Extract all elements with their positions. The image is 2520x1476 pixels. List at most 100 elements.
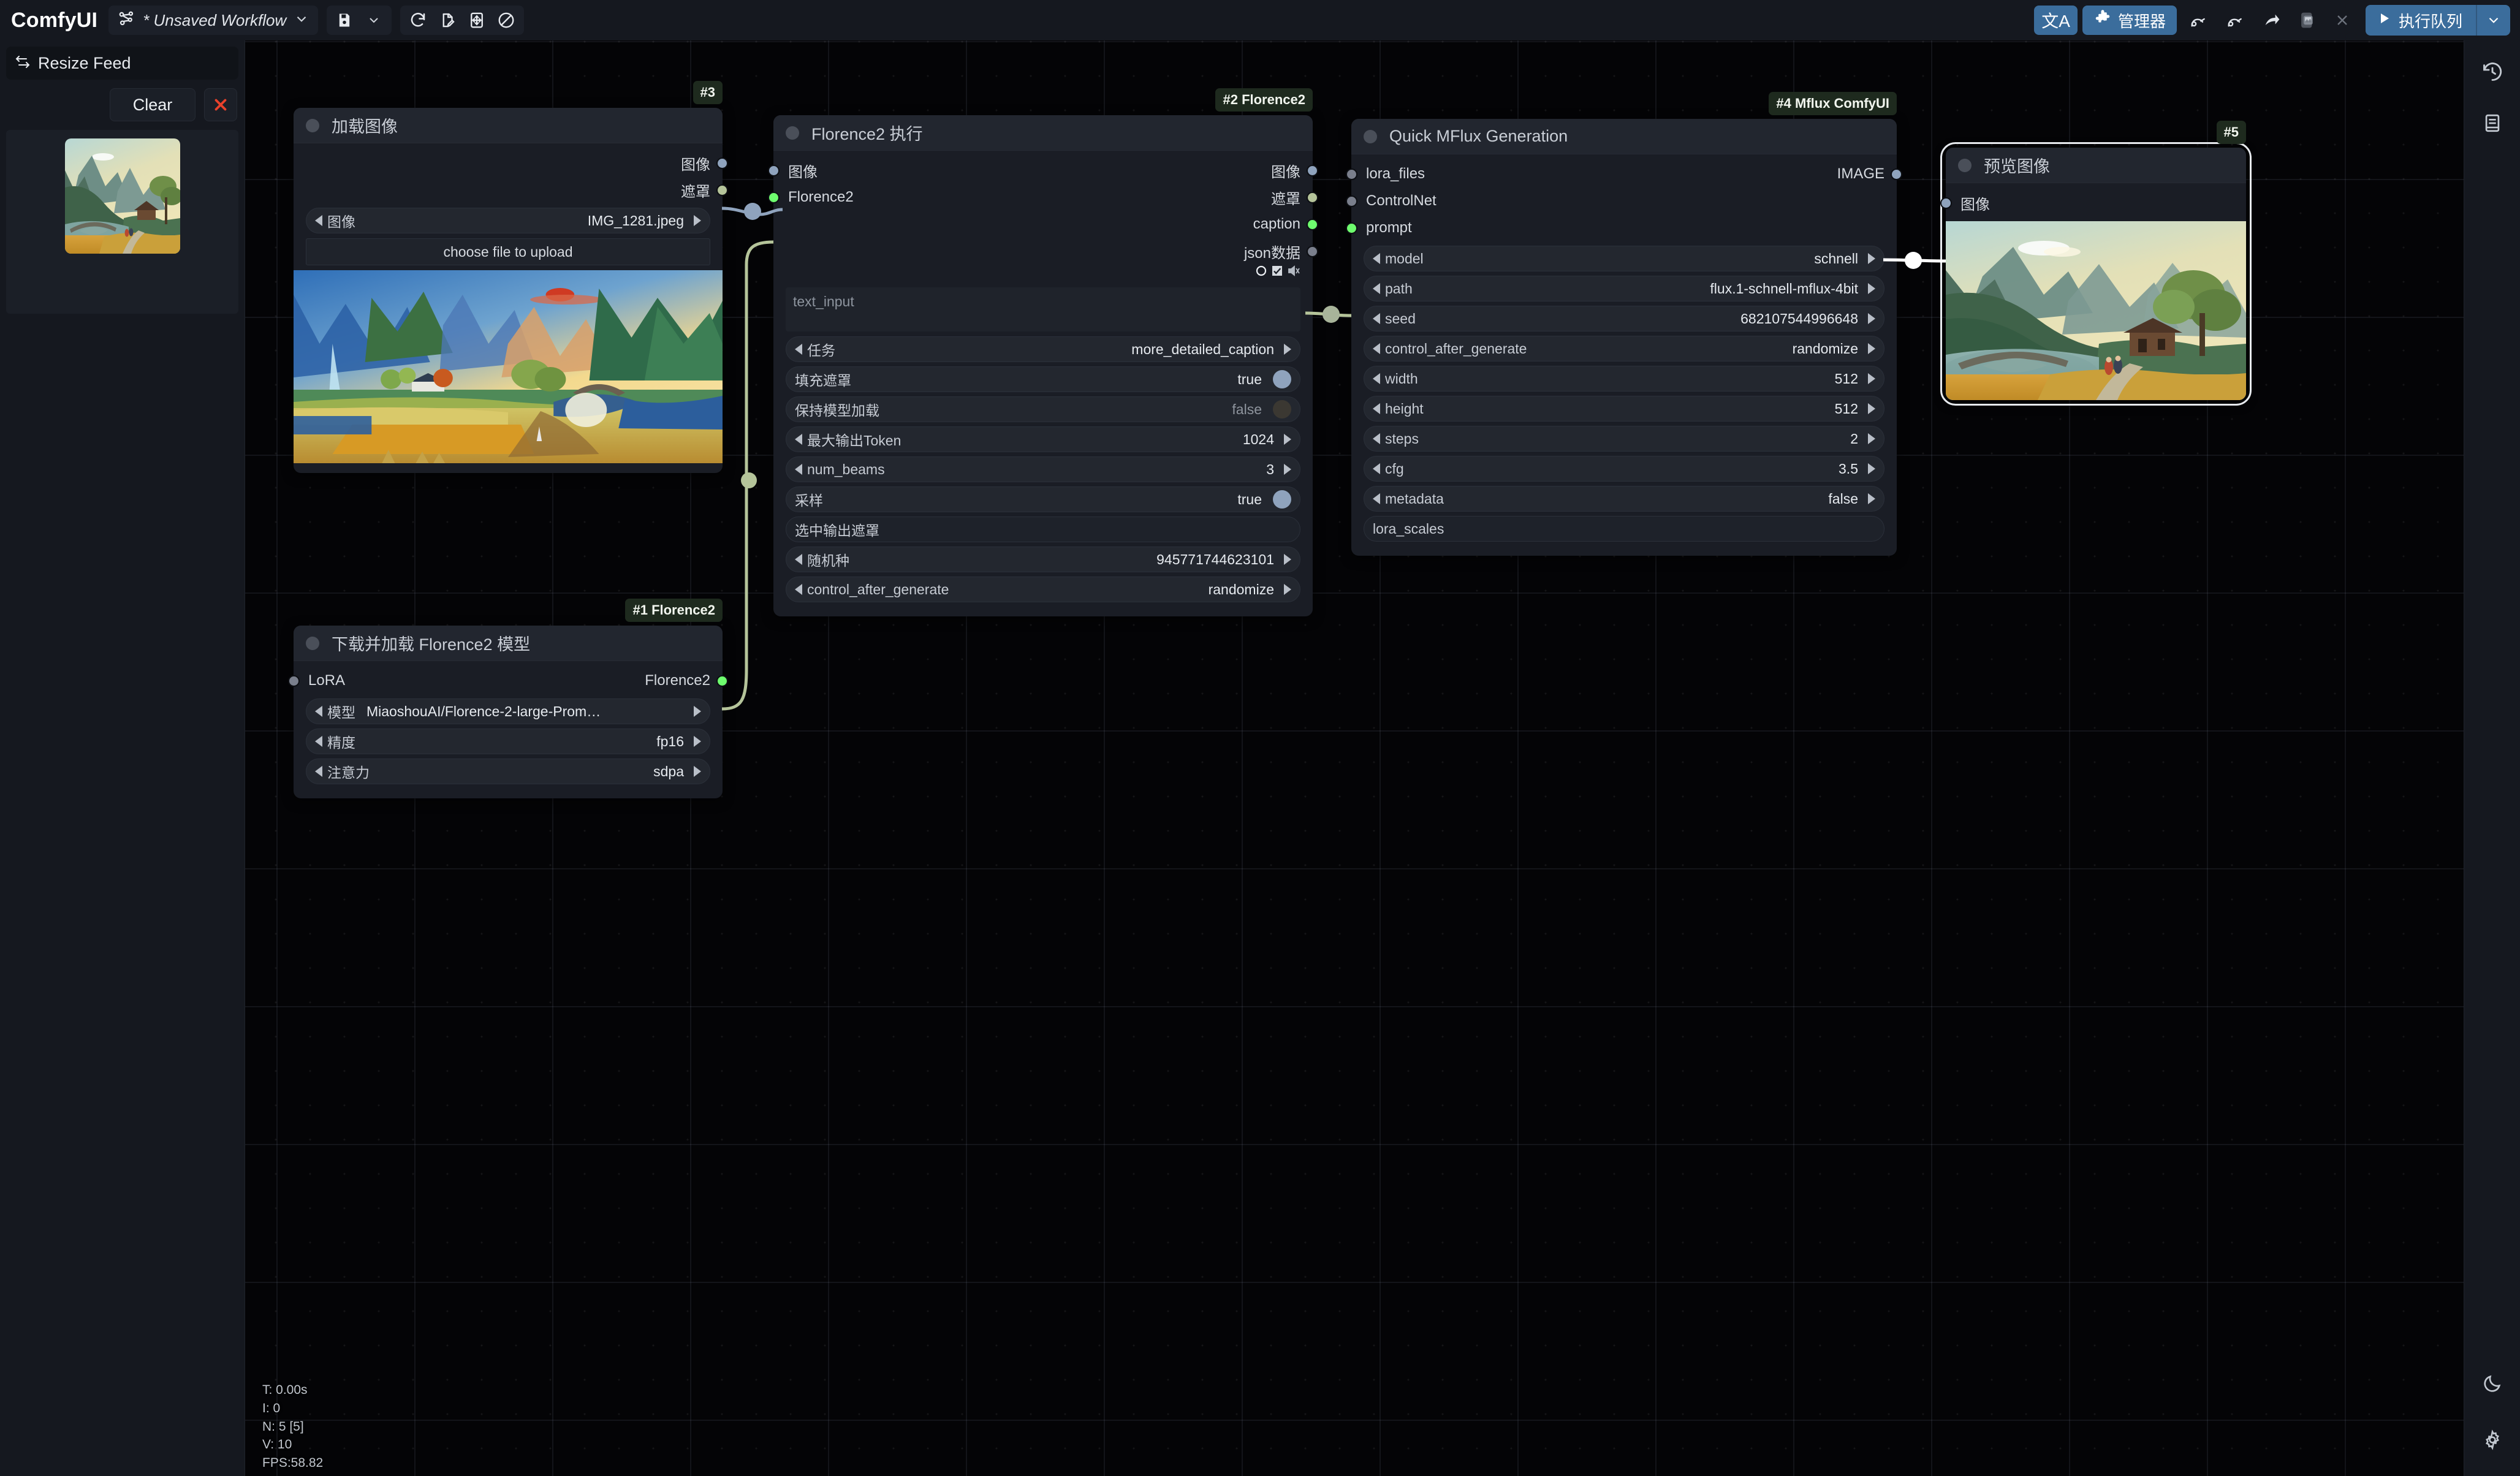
- port-out-image[interactable]: [1307, 165, 1318, 176]
- port-in-image[interactable]: [1940, 197, 1952, 209]
- widget-output-mask-select[interactable]: 选中输出遮罩: [786, 517, 1300, 542]
- clear-feed-button[interactable]: Clear: [110, 88, 195, 121]
- port-in-lora[interactable]: [288, 675, 300, 687]
- port-in-florence2[interactable]: [768, 192, 780, 203]
- widget-precision-combo[interactable]: 精度 fp16: [306, 729, 710, 754]
- graph-canvas[interactable]: #3 加载图像 图像 遮罩: [0, 40, 2520, 1476]
- chevron-right-icon[interactable]: [1868, 433, 1875, 444]
- toggle-knob[interactable]: [1273, 370, 1291, 388]
- port-in-image[interactable]: [768, 165, 780, 176]
- close-button[interactable]: [2328, 6, 2357, 35]
- chevron-right-icon[interactable]: [1868, 313, 1875, 324]
- toggle-knob[interactable]: [1273, 490, 1291, 509]
- checkbox-checked-icon[interactable]: [1271, 265, 1283, 280]
- widget-attention-combo[interactable]: 注意力 sdpa: [306, 759, 710, 784]
- workflow-selector[interactable]: * Unsaved Workflow: [108, 6, 318, 35]
- gear-icon[interactable]: [2472, 1420, 2513, 1460]
- chevron-right-icon[interactable]: [1868, 403, 1875, 414]
- port-out-image[interactable]: [1891, 168, 1902, 180]
- slot-row-prompt[interactable]: prompt: [1351, 214, 1897, 241]
- node-mflux-generation[interactable]: #4 Mflux ComfyUI Quick MFlux Generation …: [1351, 119, 1897, 556]
- port-out-caption[interactable]: [1307, 219, 1318, 230]
- node-image-preview[interactable]: [294, 270, 723, 463]
- chevron-left-icon[interactable]: [795, 584, 802, 595]
- chevron-right-icon[interactable]: [694, 766, 701, 777]
- widget-num-beams-combo[interactable]: num_beams 3: [786, 456, 1300, 482]
- fit-view-button[interactable]: [463, 7, 491, 34]
- widget-image-combo[interactable]: 图像 IMG_1281.jpeg: [306, 208, 710, 233]
- node-load-image[interactable]: #3 加载图像 图像 遮罩: [294, 108, 723, 473]
- widget-do-sample-toggle[interactable]: 采样 true: [786, 486, 1300, 512]
- port-out-image[interactable]: [716, 157, 728, 169]
- chevron-left-icon[interactable]: [1373, 493, 1380, 504]
- chevron-right-icon[interactable]: [1284, 464, 1291, 475]
- node-collapse-dot[interactable]: [1958, 159, 1972, 172]
- widget-max-tokens-combo[interactable]: 最大输出Token 1024: [786, 426, 1300, 452]
- node-collapse-dot[interactable]: [306, 119, 319, 132]
- clean-models-button[interactable]: [2218, 6, 2250, 35]
- widget-seed-combo[interactable]: seed 682107544996648: [1364, 306, 1884, 331]
- refresh-button[interactable]: [404, 7, 432, 34]
- widget-task-combo[interactable]: 任务 more_detailed_caption: [786, 336, 1300, 362]
- logs-icon[interactable]: [2472, 103, 2513, 143]
- save-button[interactable]: [330, 7, 359, 34]
- speaker-mute-icon[interactable]: [1287, 265, 1300, 280]
- output-slot-mask[interactable]: 遮罩: [294, 176, 723, 203]
- node-collapse-dot[interactable]: [786, 126, 799, 140]
- node-image-preview[interactable]: [1946, 221, 2246, 400]
- node-collapse-dot[interactable]: [306, 637, 319, 650]
- chevron-left-icon[interactable]: [1373, 373, 1380, 384]
- chevron-right-icon[interactable]: [1284, 584, 1291, 595]
- chevron-right-icon[interactable]: [694, 215, 701, 226]
- chevron-right-icon[interactable]: [694, 736, 701, 747]
- widget-steps-combo[interactable]: steps 2: [1364, 426, 1884, 452]
- manager-button[interactable]: 管理器: [2082, 6, 2177, 35]
- chevron-left-icon[interactable]: [795, 464, 802, 475]
- widget-cfg-combo[interactable]: cfg 3.5: [1364, 456, 1884, 482]
- slot-row-lora-florence2[interactable]: LoRA Florence2: [294, 667, 723, 694]
- widget-lora-scales-field[interactable]: lora_scales: [1364, 516, 1884, 542]
- node-header[interactable]: Quick MFlux Generation: [1351, 119, 1897, 154]
- node-florence2-run[interactable]: #2 Florence2 Florence2 执行 图像 图像 Florence…: [773, 115, 1313, 616]
- chevron-left-icon[interactable]: [315, 766, 322, 777]
- port-in-controlnet[interactable]: [1346, 195, 1357, 207]
- chevron-right-icon[interactable]: [1868, 283, 1875, 294]
- chevron-right-icon[interactable]: [1868, 463, 1875, 474]
- close-feed-button[interactable]: [204, 88, 237, 121]
- widget-path-combo[interactable]: path flux.1-schnell-mflux-4bit: [1364, 276, 1884, 301]
- history-icon[interactable]: [2472, 51, 2513, 92]
- chevron-left-icon[interactable]: [1373, 463, 1380, 474]
- chevron-left-icon[interactable]: [1373, 283, 1380, 294]
- widget-keep-model-loaded-toggle[interactable]: 保持模型加载 false: [786, 396, 1300, 422]
- widget-model-combo[interactable]: model schnell: [1364, 246, 1884, 271]
- no-entry-button[interactable]: [492, 7, 520, 34]
- share-button[interactable]: [2255, 6, 2287, 35]
- gallery-button[interactable]: [2292, 6, 2323, 35]
- node-florence2-loader[interactable]: #1 Florence2 下载并加载 Florence2 模型 LoRA Flo…: [294, 626, 723, 798]
- chevron-right-icon[interactable]: [1868, 373, 1875, 384]
- translate-button[interactable]: 文A: [2034, 6, 2078, 35]
- chevron-left-icon[interactable]: [1373, 433, 1380, 444]
- widget-fill-mask-toggle[interactable]: 填充遮罩 true: [786, 366, 1300, 392]
- chevron-right-icon[interactable]: [1868, 343, 1875, 354]
- text-input-field[interactable]: text_input: [786, 287, 1300, 331]
- slot-row-json[interactable]: json数据: [773, 238, 1313, 265]
- chevron-left-icon[interactable]: [315, 215, 322, 226]
- node-header[interactable]: 下载并加载 Florence2 模型: [294, 626, 723, 661]
- slot-row-caption[interactable]: caption: [773, 211, 1313, 238]
- chevron-right-icon[interactable]: [1284, 344, 1291, 355]
- node-collapse-dot[interactable]: [1364, 130, 1377, 143]
- node-header[interactable]: Florence2 执行: [773, 115, 1313, 151]
- resize-feed-header[interactable]: Resize Feed: [6, 47, 238, 80]
- chevron-right-icon[interactable]: [1868, 493, 1875, 504]
- port-out-mask[interactable]: [716, 184, 728, 196]
- port-out-mask[interactable]: [1307, 192, 1318, 203]
- slot-row-lora-files[interactable]: lora_files IMAGE: [1351, 161, 1897, 187]
- slot-row-florence2[interactable]: Florence2 遮罩: [773, 184, 1313, 211]
- chevron-right-icon[interactable]: [1284, 554, 1291, 565]
- widget-height-combo[interactable]: height 512: [1364, 396, 1884, 422]
- chevron-right-icon[interactable]: [1284, 434, 1291, 445]
- chevron-left-icon[interactable]: [1373, 343, 1380, 354]
- clean-vram-button[interactable]: [2182, 6, 2214, 35]
- chevron-right-icon[interactable]: [1868, 253, 1875, 264]
